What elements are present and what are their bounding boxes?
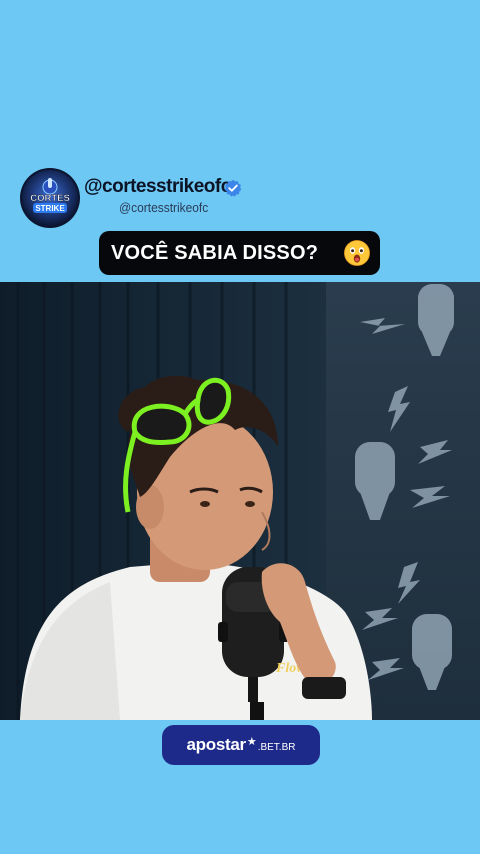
sponsor-brand: apostar: [186, 735, 247, 754]
profile-header: CORTES STRIKE @cortesstrikeofc @cortesst…: [22, 170, 322, 226]
video-frame[interactable]: Flow: [0, 282, 480, 720]
astonished-face-emoji: [344, 240, 370, 266]
avatar-text-bottom: STRIKE: [35, 204, 65, 213]
wristwatch: [302, 677, 346, 699]
channel-avatar[interactable]: CORTES STRIKE: [22, 170, 78, 226]
channel-subhandle: @cortesstrikeofc: [119, 200, 209, 215]
sponsor-suffix: .BET.BR: [257, 741, 296, 753]
sponsor-badge[interactable]: apostar ★ .BET.BR: [162, 725, 320, 765]
headline-text: VOCÊ SABIA DISSO?: [111, 241, 319, 264]
avatar-text-top: CORTES: [30, 193, 70, 204]
channel-handle[interactable]: @cortesstrikeofc: [84, 176, 231, 198]
verified-check-icon: [224, 179, 242, 197]
headline-banner: VOCÊ SABIA DISSO?: [99, 231, 380, 275]
cortes-strike-logo: CORTES STRIKE: [22, 170, 78, 226]
star-icon: ★: [246, 735, 257, 748]
video-still: Flow: [0, 282, 480, 720]
